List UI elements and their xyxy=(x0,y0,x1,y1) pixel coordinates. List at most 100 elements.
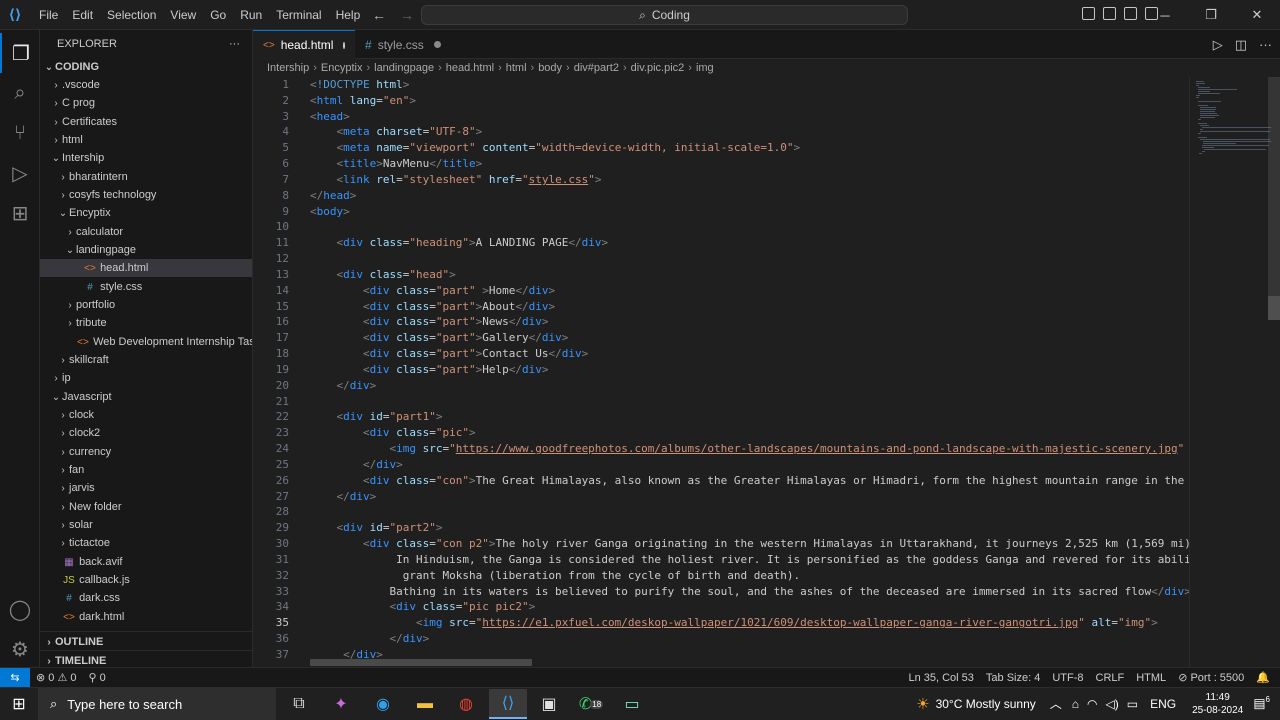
breadcrumb-item[interactable]: div#part2 xyxy=(574,62,619,74)
language-mode[interactable]: HTML xyxy=(1130,672,1172,684)
split-editor-icon[interactable]: ◫ xyxy=(1235,37,1247,53)
code-line[interactable]: 35 <img src="https://e1.pxfuel.com/desko… xyxy=(253,615,1189,631)
tab-head-html[interactable]: <> head.html xyxy=(253,30,355,59)
code-line[interactable]: 9 <body> xyxy=(253,204,1189,220)
menu-item-help[interactable]: Help xyxy=(329,0,368,30)
minimap[interactable] xyxy=(1189,77,1280,667)
code-line[interactable]: 36 </div> xyxy=(253,631,1189,647)
code-line[interactable]: 22 <div id="part1"> xyxy=(253,409,1189,425)
network-icon[interactable]: ⌂ xyxy=(1072,697,1079,711)
file-item[interactable]: # dark.css xyxy=(40,589,252,607)
code-line[interactable]: 25 </div> xyxy=(253,457,1189,473)
folder-item[interactable]: › portfolio xyxy=(40,296,252,314)
vscode-taskbar-icon[interactable]: ⟨⟩ xyxy=(489,689,527,719)
toggle-secondary-sidebar-icon[interactable] xyxy=(1124,7,1137,20)
explorer-icon[interactable]: ❐ xyxy=(0,33,40,73)
folder-item[interactable]: › bharatintern xyxy=(40,168,252,186)
command-center-search[interactable]: ⌕ Coding xyxy=(421,5,908,25)
code-line[interactable]: 15 <div class="part">About</div> xyxy=(253,299,1189,315)
code-line[interactable]: 13 <div class="head"> xyxy=(253,267,1189,283)
clock[interactable]: 11:49 25-08-2024 xyxy=(1182,691,1253,717)
notifications-bell-icon[interactable]: 🔔 xyxy=(1250,671,1280,684)
battery-icon[interactable]: ▭ xyxy=(1127,697,1138,711)
minimize-button[interactable]: ─ xyxy=(1142,0,1188,30)
code-line[interactable]: 7 <link rel="stylesheet" href="style.css… xyxy=(253,172,1189,188)
run-icon[interactable]: ▷ xyxy=(1213,37,1223,53)
ports-indicator[interactable]: ⚲ 0 xyxy=(83,671,112,684)
scrollbar-thumb[interactable] xyxy=(1268,296,1280,320)
file-explorer-icon[interactable]: ▬ xyxy=(406,689,444,719)
code-line[interactable]: 26 <div class="con">The Great Himalayas,… xyxy=(253,473,1189,489)
problems-indicator[interactable]: ⊗ 0 ⚠ 0 xyxy=(30,671,83,684)
weather-text[interactable]: 30°C Mostly sunny xyxy=(936,697,1036,711)
code-editor[interactable]: 1 <!DOCTYPE html> 2 <html lang="en"> 3 <head>… xyxy=(253,77,1189,667)
whatsapp-icon[interactable]: ✆ 18 xyxy=(572,689,610,719)
code-line[interactable]: 6 <title>NavMenu</title> xyxy=(253,156,1189,172)
menu-item-terminal[interactable]: Terminal xyxy=(269,0,328,30)
menu-item-go[interactable]: Go xyxy=(203,0,233,30)
line-ending[interactable]: CRLF xyxy=(1090,672,1131,684)
menu-item-file[interactable]: File xyxy=(32,0,65,30)
toggle-primary-sidebar-icon[interactable] xyxy=(1082,7,1095,20)
folder-item[interactable]: ⌄ Encyptix xyxy=(40,204,252,222)
show-hidden-icons-chevron-icon[interactable]: ︿ xyxy=(1050,695,1062,712)
folder-item[interactable]: › Certificates xyxy=(40,113,252,131)
code-line[interactable]: 20 </div> xyxy=(253,378,1189,394)
folder-item[interactable]: › fan xyxy=(40,461,252,479)
more-actions-icon[interactable]: ··· xyxy=(229,38,240,50)
tab-style-css[interactable]: # style.css xyxy=(355,30,453,59)
file-item[interactable]: ▦ back.avif xyxy=(40,553,252,571)
code-line[interactable]: 5 <meta name="viewport" content="width=d… xyxy=(253,140,1189,156)
remote-indicator-icon[interactable]: ⇆ xyxy=(0,668,30,687)
code-line[interactable]: 32 grant Moksha (liberation from the cyc… xyxy=(253,568,1189,584)
code-line[interactable]: 30 <div class="con p2">The holy river Ga… xyxy=(253,536,1189,552)
menu-item-view[interactable]: View xyxy=(163,0,203,30)
microsoft-store-icon[interactable]: ▣ xyxy=(530,689,568,719)
code-line[interactable]: 19 <div class="part">Help</div> xyxy=(253,362,1189,378)
close-button[interactable]: ✕ xyxy=(1234,0,1280,30)
breadcrumb-item[interactable]: html xyxy=(506,62,527,74)
windows-start-icon[interactable]: ⊞ xyxy=(0,688,38,720)
code-line[interactable]: 12 xyxy=(253,251,1189,267)
folder-item[interactable]: › New folder xyxy=(40,498,252,516)
code-line[interactable]: 16 <div class="part">News</div> xyxy=(253,314,1189,330)
code-line[interactable]: 21 xyxy=(253,394,1189,410)
code-line[interactable]: 3 <head> xyxy=(253,109,1189,125)
menu-item-selection[interactable]: Selection xyxy=(100,0,163,30)
terminal-icon[interactable]: ▭ xyxy=(613,689,651,719)
code-line[interactable]: 33 Bathing in its waters is believed to … xyxy=(253,584,1189,600)
folder-item[interactable]: ⌄ Intership xyxy=(40,149,252,167)
code-line[interactable]: 8 </head> xyxy=(253,188,1189,204)
folder-item[interactable]: › clock2 xyxy=(40,424,252,442)
code-line[interactable]: 4 <meta charset="UTF-8"> xyxy=(253,124,1189,140)
file-item[interactable]: <> Web Development Internship Task... xyxy=(40,333,252,351)
folder-item[interactable]: › clock xyxy=(40,406,252,424)
folder-item[interactable]: › .vscode xyxy=(40,76,252,94)
file-item[interactable]: JS callback.js xyxy=(40,571,252,589)
code-line[interactable]: 28 xyxy=(253,504,1189,520)
breadcrumb-item[interactable]: landingpage xyxy=(374,62,434,74)
breadcrumb-item[interactable]: body xyxy=(538,62,562,74)
code-line[interactable]: 34 <div class="pic pic2"> xyxy=(253,599,1189,615)
account-icon[interactable]: ◯ xyxy=(0,589,40,629)
horizontal-scrollbar[interactable] xyxy=(310,659,532,666)
code-line[interactable]: 14 <div class="part" >Home</div> xyxy=(253,283,1189,299)
code-line[interactable]: 18 <div class="part">Contact Us</div> xyxy=(253,346,1189,362)
folder-item[interactable]: › html xyxy=(40,131,252,149)
breadcrumb-item[interactable]: Intership xyxy=(267,62,309,74)
code-line[interactable]: 23 <div class="pic"> xyxy=(253,425,1189,441)
forward-arrow-icon[interactable]: → xyxy=(400,7,414,23)
extensions-icon[interactable]: ⊞ xyxy=(0,193,40,233)
folder-item[interactable]: › jarvis xyxy=(40,479,252,497)
folder-item[interactable]: › cosyfs technology xyxy=(40,186,252,204)
workspace-root[interactable]: ⌄ CODING xyxy=(40,58,252,76)
code-line[interactable]: 29 <div id="part2"> xyxy=(253,520,1189,536)
run-debug-icon[interactable]: ▷ xyxy=(0,153,40,193)
back-arrow-icon[interactable]: ← xyxy=(372,7,386,23)
breadcrumb-item[interactable]: div.pic.pic2 xyxy=(631,62,685,74)
edge-icon[interactable]: ◉ xyxy=(364,689,402,719)
menu-item-run[interactable]: Run xyxy=(233,0,269,30)
folder-item[interactable]: › tribute xyxy=(40,314,252,332)
folder-item[interactable]: › tictactoe xyxy=(40,534,252,552)
folder-item[interactable]: ⌄ landingpage xyxy=(40,241,252,259)
